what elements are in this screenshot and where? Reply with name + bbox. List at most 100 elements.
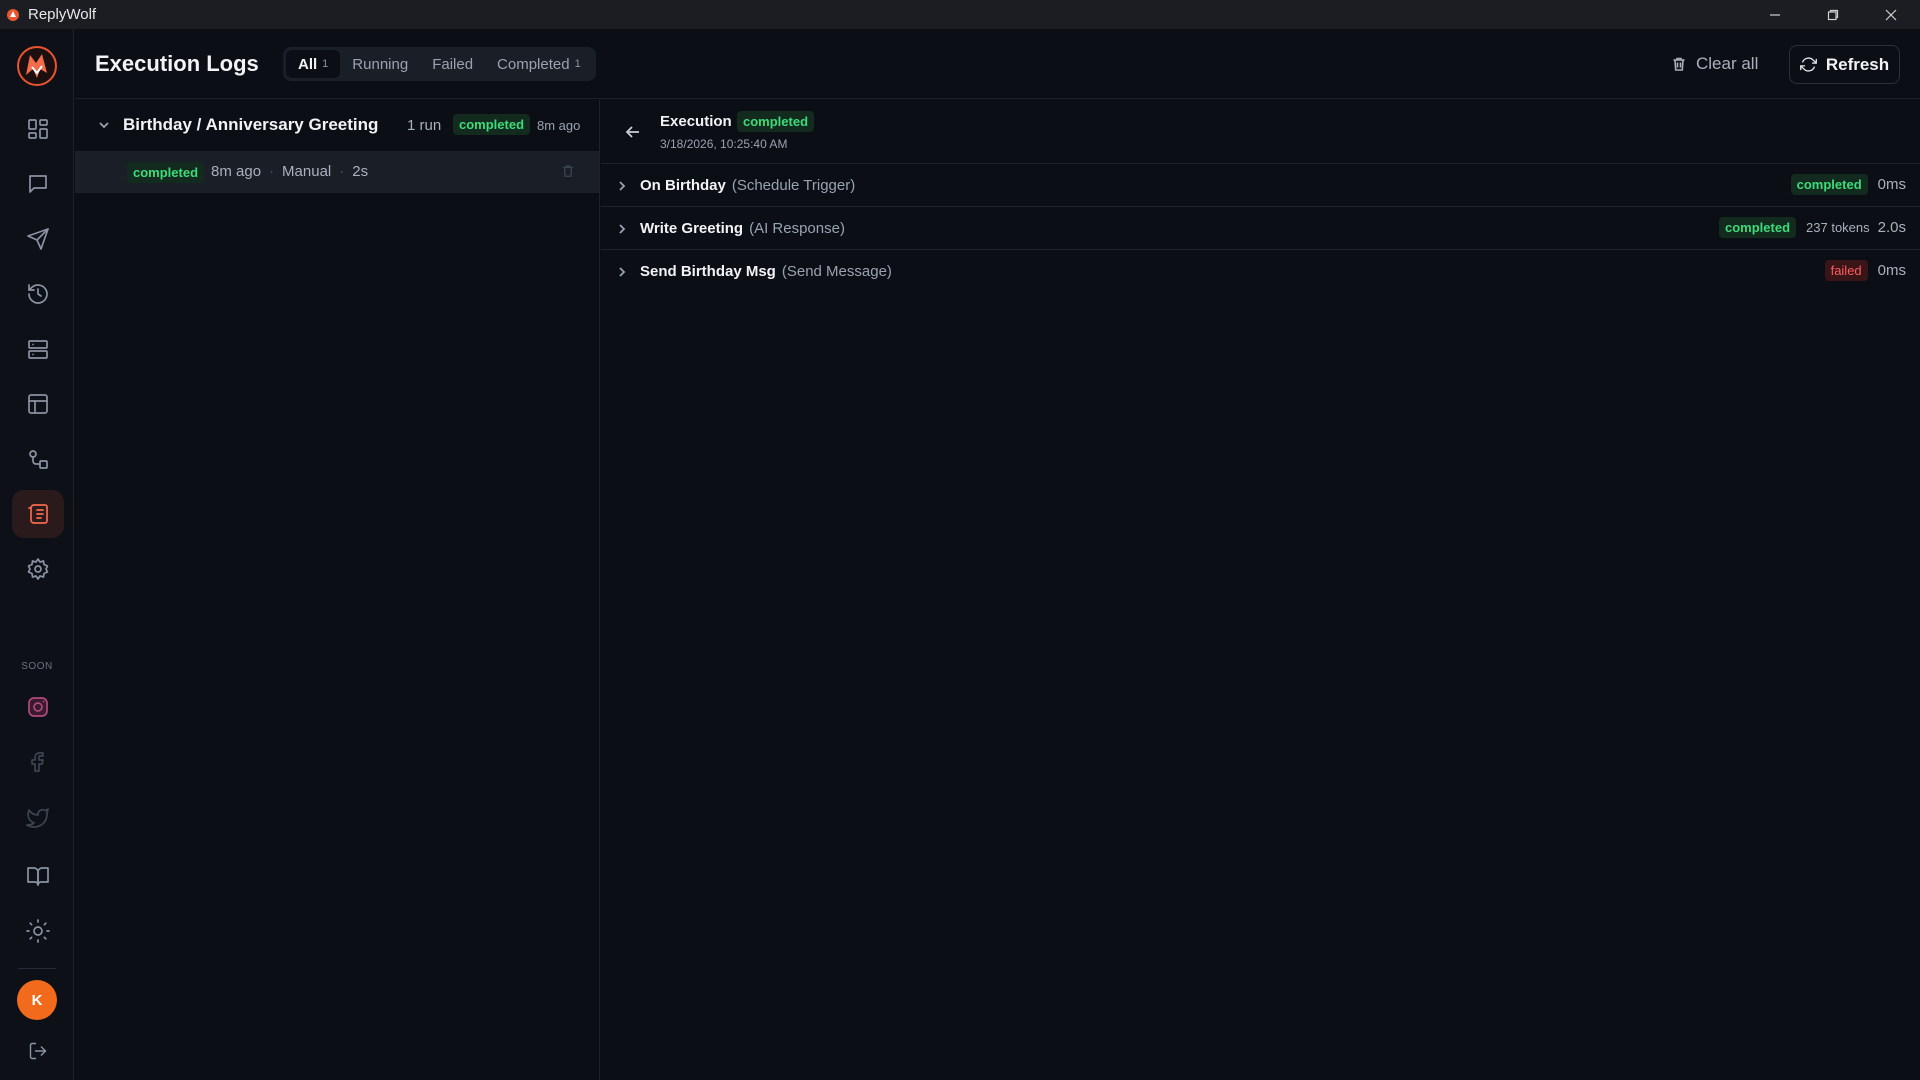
page-title: Execution Logs (95, 51, 259, 76)
chevron-right-icon[interactable] (616, 222, 628, 240)
book-icon (27, 867, 49, 886)
execution-label: Execution (660, 113, 732, 130)
tab-label: All (298, 55, 318, 73)
run-time: 8m ago (211, 163, 262, 180)
twitter-icon (26, 808, 49, 828)
status-badge: failed (1824, 260, 1868, 281)
nav-theme[interactable] (12, 907, 64, 955)
logs-icon (28, 504, 48, 524)
run-duration: 2s (352, 163, 369, 180)
nav-docs[interactable] (12, 852, 64, 900)
nav-table[interactable] (12, 380, 64, 428)
soon-label: SOON (21, 661, 53, 672)
nav-settings[interactable] (12, 545, 64, 593)
app-title: ReplyWolf (28, 6, 97, 23)
nav-chat[interactable] (12, 160, 64, 208)
sidebar: SOON K (0, 29, 74, 1080)
tab-label: Completed (497, 55, 570, 73)
status-badge: completed (1719, 217, 1797, 238)
step-type: (Schedule Trigger) (731, 177, 856, 194)
execution-header: Execution completed 3/18/2026, 10:25:40 … (601, 100, 1920, 164)
wolf-logo-icon[interactable] (16, 45, 58, 87)
send-icon (27, 228, 49, 250)
logout-icon (29, 1042, 47, 1060)
facebook-icon (31, 752, 44, 772)
arrow-left-icon (625, 126, 639, 138)
status-badge: completed (737, 111, 815, 132)
minimize-icon (1770, 13, 1780, 16)
tab-count: 1 (322, 58, 329, 70)
filter-tabs: All 1 Running Failed Completed 1 (283, 47, 596, 81)
close-icon (1885, 9, 1897, 20)
nav-send[interactable] (12, 215, 64, 263)
page-header: Execution Logs All 1 Running Failed Comp… (75, 29, 1920, 99)
title-bar: ReplyWolf (0, 0, 1920, 29)
nav-twitter (12, 793, 64, 841)
tab-label: Failed (432, 55, 474, 73)
execution-list: Birthday / Anniversary Greeting 1 run co… (75, 100, 600, 1080)
list-item[interactable]: completed 8m ago · Manual · 2s (75, 151, 599, 193)
step-row[interactable]: Write Greeting (AI Response) completed 23… (601, 207, 1920, 250)
tab-completed[interactable]: Completed 1 (485, 50, 593, 78)
restore-button[interactable] (1804, 0, 1862, 29)
refresh-icon (1799, 57, 1817, 72)
minimize-button[interactable] (1746, 0, 1804, 29)
chevron-down-icon[interactable] (97, 118, 111, 137)
run-meta: 8m ago · Manual · 2s (211, 163, 368, 180)
nav-dashboard[interactable] (12, 105, 64, 153)
step-row[interactable]: On Birthday (Schedule Trigger) completed … (601, 164, 1920, 207)
chat-icon (29, 175, 47, 193)
app-logo-icon (7, 8, 19, 21)
separator-dot: · (269, 163, 275, 180)
run-count: 1 run (407, 117, 442, 134)
execution-date: 3/18/2026, 10:25:40 AM (660, 137, 788, 151)
step-row[interactable]: Send Birthday Msg (Send Message) failed 0… (601, 250, 1920, 293)
nav-history[interactable] (12, 270, 64, 318)
step-type: (AI Response) (749, 220, 845, 237)
step-title: Send Birthday Msg (Send Message) (640, 263, 892, 280)
back-button[interactable] (625, 124, 641, 145)
step-duration: 0ms (1877, 176, 1906, 193)
separator-dot: · (339, 163, 345, 180)
tab-all[interactable]: All 1 (286, 50, 341, 78)
tab-running[interactable]: Running (340, 50, 420, 78)
avatar[interactable]: K (17, 980, 57, 1020)
tab-label: Running (352, 55, 409, 73)
layout-icon (28, 340, 48, 359)
status-badge: completed (127, 162, 205, 183)
clear-all-label: Clear all (1696, 54, 1759, 73)
clear-all-button[interactable]: Clear all (1671, 49, 1758, 79)
step-duration: 0ms (1877, 262, 1906, 279)
status-badge: completed (453, 114, 531, 135)
nav-facebook (12, 738, 64, 786)
nav-instagram (12, 683, 64, 731)
instagram-icon (28, 697, 48, 717)
status-badge: completed (1790, 174, 1868, 195)
step-name: Write Greeting (640, 220, 744, 237)
chevron-right-icon[interactable] (616, 179, 628, 197)
close-button[interactable] (1862, 0, 1920, 29)
workflow-group-header[interactable]: Birthday / Anniversary Greeting 1 run co… (75, 100, 600, 151)
sidebar-divider (18, 968, 56, 969)
workflow-name: Birthday / Anniversary Greeting (123, 115, 379, 134)
nav-workflow[interactable] (12, 435, 64, 483)
step-title: Write Greeting (AI Response) (640, 220, 845, 237)
refresh-button[interactable]: Refresh (1789, 45, 1900, 84)
step-tokens: 237 tokens (1806, 220, 1870, 235)
sun-icon (26, 919, 50, 943)
run-trigger: Manual (282, 163, 332, 180)
step-duration: 2.0s (1877, 219, 1906, 236)
restore-icon (1827, 9, 1839, 20)
execution-detail: Execution completed 3/18/2026, 10:25:40 … (601, 100, 1920, 1080)
step-title: On Birthday (Schedule Trigger) (640, 177, 855, 194)
step-type: (Send Message) (781, 263, 892, 280)
nav-logout[interactable] (12, 1027, 64, 1075)
nav-logs[interactable] (12, 490, 64, 538)
delete-run-button[interactable] (561, 164, 575, 183)
chevron-right-icon[interactable] (616, 265, 628, 283)
refresh-label: Refresh (1825, 54, 1890, 74)
dashboard-icon (28, 119, 48, 139)
step-name: Send Birthday Msg (640, 263, 776, 280)
nav-layout[interactable] (12, 325, 64, 373)
tab-failed[interactable]: Failed (420, 50, 485, 78)
